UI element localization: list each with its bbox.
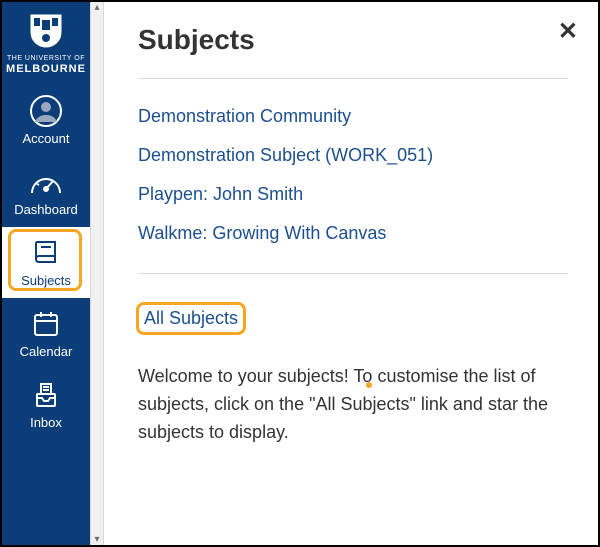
- app-frame: THE UNIVERSITY OF MELBOURNE Account: [0, 0, 600, 547]
- institution-line2: MELBOURNE: [6, 63, 86, 75]
- divider: [138, 273, 568, 274]
- scroll-down-icon[interactable]: ▾: [91, 534, 103, 545]
- nav-label: Inbox: [30, 415, 62, 430]
- subject-link[interactable]: Walkme: Growing With Canvas: [138, 214, 568, 253]
- nav-label: Dashboard: [14, 202, 78, 217]
- subjects-icon: [31, 235, 61, 271]
- subject-link[interactable]: Demonstration Subject (WORK_051): [138, 136, 568, 175]
- global-nav: THE UNIVERSITY OF MELBOURNE Account: [2, 2, 90, 545]
- nav-label: Calendar: [20, 344, 73, 359]
- scroll-up-icon[interactable]: ▴: [91, 2, 103, 13]
- institution-logo: THE UNIVERSITY OF MELBOURNE: [6, 8, 86, 85]
- nav-item-account[interactable]: Account: [2, 85, 90, 156]
- nav-item-subjects[interactable]: Subjects: [2, 227, 90, 298]
- nav-label: Account: [23, 131, 70, 146]
- subject-list: Demonstration Community Demonstration Su…: [138, 97, 568, 253]
- welcome-text: Welcome to your subjects! To customise t…: [138, 363, 568, 447]
- all-subjects-link[interactable]: All Subjects: [138, 304, 244, 333]
- subject-link[interactable]: Playpen: John Smith: [138, 175, 568, 214]
- nav-label: Subjects: [21, 273, 71, 288]
- nav-item-calendar[interactable]: Calendar: [2, 298, 90, 369]
- nav-item-inbox[interactable]: Inbox: [2, 369, 90, 440]
- calendar-icon: [31, 306, 61, 342]
- panel-title: Subjects: [138, 24, 568, 56]
- nav-item-dashboard[interactable]: Dashboard: [2, 156, 90, 227]
- divider: [138, 78, 568, 79]
- institution-line1: THE UNIVERSITY OF: [6, 54, 86, 63]
- dashboard-icon: [29, 164, 63, 200]
- inbox-icon: [31, 377, 61, 413]
- account-icon: [29, 93, 63, 129]
- all-subjects-wrap: All Subjects: [138, 304, 244, 333]
- subject-link[interactable]: Demonstration Community: [138, 97, 568, 136]
- annotation-dot: [366, 382, 372, 388]
- close-button[interactable]: ✕: [558, 20, 578, 44]
- subjects-panel: ✕ Subjects Demonstration Community Demon…: [104, 2, 598, 545]
- scrollbar[interactable]: ▴ ▾: [90, 2, 104, 545]
- crest-icon: [6, 12, 86, 50]
